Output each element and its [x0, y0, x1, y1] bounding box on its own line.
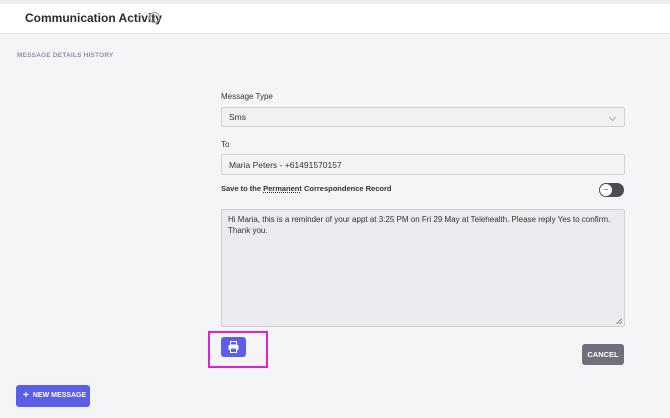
save-permanent-toggle[interactable]: −: [599, 183, 624, 197]
print-button[interactable]: [221, 337, 246, 357]
message-type-value: Sms: [229, 112, 246, 122]
cancel-button[interactable]: CANCEL: [582, 344, 624, 365]
to-field[interactable]: Maria Peters - +61491570157: [221, 154, 625, 175]
save-label-suffix: Correspondence Record: [301, 184, 392, 193]
chevron-down-icon: [608, 113, 617, 122]
print-icon: [228, 341, 239, 353]
plus-icon: +: [23, 390, 29, 401]
message-textarea[interactable]: Hi Maria, this is a reminder of your app…: [221, 209, 625, 327]
message-text: Hi Maria, this is a reminder of your app…: [228, 215, 611, 235]
save-correspondence-label: Save to the Permanent Correspondence Rec…: [221, 184, 391, 193]
permanent-link: Permanent: [263, 184, 302, 193]
to-label: To: [221, 140, 230, 149]
info-icon[interactable]: i: [149, 12, 160, 23]
resize-grip-icon[interactable]: [616, 318, 622, 324]
toggle-knob: −: [600, 184, 612, 196]
page-header: Communication Activity i: [0, 4, 670, 34]
message-type-label: Message Type: [221, 92, 273, 101]
save-label-prefix: Save to the: [221, 184, 264, 193]
new-message-button[interactable]: + NEW MESSAGE: [16, 385, 90, 407]
to-value: Maria Peters - +61491570157: [229, 160, 342, 170]
message-type-select[interactable]: Sms: [221, 107, 625, 127]
new-message-label: NEW MESSAGE: [32, 392, 87, 399]
page-title: Communication Activity: [25, 11, 162, 25]
section-label: MESSAGE DETAILS HISTORY: [17, 52, 114, 59]
